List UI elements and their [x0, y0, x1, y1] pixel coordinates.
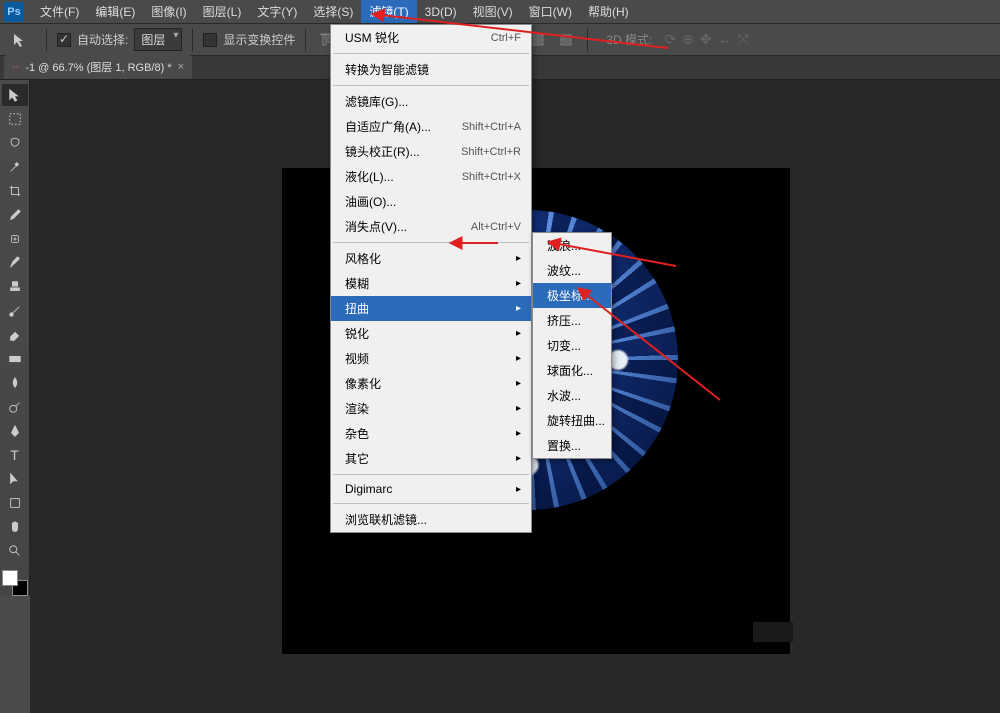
path-select-tool[interactable]: [2, 468, 28, 490]
hand-tool[interactable]: [2, 516, 28, 538]
stamp-tool[interactable]: [2, 276, 28, 298]
filter-menu: USM 锐化 Ctrl+F 转换为智能滤镜 滤镜库(G)... 自适应广角(A)…: [330, 24, 532, 533]
doc-tab-title: -1 @ 66.7% (图层 1, RGB/8) *: [25, 59, 171, 75]
auto-select-target-dropdown[interactable]: 图层: [134, 28, 182, 51]
zoom-tool[interactable]: [2, 540, 28, 562]
filter-stylize[interactable]: 风格化: [331, 246, 531, 271]
move-tool[interactable]: [2, 84, 28, 106]
menu-edit[interactable]: 编辑(E): [87, 0, 143, 23]
filter-sharpen[interactable]: 锐化: [331, 321, 531, 346]
filter-noise[interactable]: 杂色: [331, 421, 531, 446]
mode3d-icons: ⟳ ⊕ ✥ ↔ ⤧: [664, 31, 748, 48]
filter-distort[interactable]: 扭曲: [331, 296, 531, 321]
filter-oilpaint[interactable]: 油画(O)...: [331, 189, 531, 214]
color-swatches[interactable]: [2, 570, 28, 596]
menu-3d[interactable]: 3D(D): [417, 2, 465, 22]
roll-3d-icon[interactable]: ⊕: [682, 31, 694, 48]
canvas-shadow: [753, 622, 793, 642]
menu-filter[interactable]: 滤镜(T): [361, 0, 416, 23]
eyedropper-tool[interactable]: [2, 204, 28, 226]
divider: [192, 29, 193, 51]
filter-browse-online[interactable]: 浏览联机滤镜...: [331, 507, 531, 532]
filter-last[interactable]: USM 锐化 Ctrl+F: [331, 25, 531, 50]
distribute-bottom-icon[interactable]: [555, 29, 577, 51]
crop-tool[interactable]: [2, 180, 28, 202]
dodge-tool[interactable]: [2, 396, 28, 418]
eraser-tool[interactable]: [2, 324, 28, 346]
history-brush-tool[interactable]: [2, 300, 28, 322]
distort-polar[interactable]: 极坐标...: [533, 283, 611, 308]
divider: [587, 29, 588, 51]
filter-digimarc[interactable]: Digimarc: [331, 478, 531, 500]
foreground-color-swatch[interactable]: [2, 570, 18, 586]
type-tool[interactable]: T: [2, 444, 28, 466]
tools-panel: T: [0, 80, 30, 596]
distort-ripple[interactable]: 波纹...: [533, 258, 611, 283]
filter-convert-smart[interactable]: 转换为智能滤镜: [331, 57, 531, 82]
filter-pixelate[interactable]: 像素化: [331, 371, 531, 396]
healing-tool[interactable]: [2, 228, 28, 250]
brush-tool[interactable]: [2, 252, 28, 274]
distort-twirl[interactable]: 旋转扭曲...: [533, 408, 611, 433]
distort-displace[interactable]: 置换...: [533, 433, 611, 458]
filter-lens-correction[interactable]: 镜头校正(R)...Shift+Ctrl+R: [331, 139, 531, 164]
filter-other[interactable]: 其它: [331, 446, 531, 471]
distort-submenu: 波浪... 波纹... 极坐标... 挤压... 切变... 球面化... 水波…: [532, 232, 612, 459]
document-tab[interactable]: ·· -1 @ 66.7% (图层 1, RGB/8) * ×: [4, 55, 192, 79]
filter-liquify[interactable]: 液化(L)...Shift+Ctrl+X: [331, 164, 531, 189]
auto-select-checkbox[interactable]: [57, 33, 71, 47]
menu-type[interactable]: 文字(Y): [249, 0, 305, 23]
menu-layer[interactable]: 图层(L): [195, 0, 250, 23]
orbit-3d-icon[interactable]: ⟳: [664, 31, 676, 48]
distort-shear[interactable]: 切变...: [533, 333, 611, 358]
slide-3d-icon[interactable]: ↔: [718, 31, 732, 48]
distort-pinch[interactable]: 挤压...: [533, 308, 611, 333]
show-transform-label: 显示变换控件: [223, 31, 295, 48]
filter-adaptive-wide[interactable]: 自适应广角(A)...Shift+Ctrl+A: [331, 114, 531, 139]
filter-blur[interactable]: 模糊: [331, 271, 531, 296]
close-tab-icon[interactable]: ×: [178, 61, 184, 73]
wand-tool[interactable]: [2, 156, 28, 178]
pan-3d-icon[interactable]: ✥: [700, 31, 712, 48]
menu-window[interactable]: 窗口(W): [521, 0, 580, 23]
show-transform-checkbox[interactable]: [203, 33, 217, 47]
move-tool-icon: [4, 27, 36, 53]
gradient-tool[interactable]: [2, 348, 28, 370]
marquee-tool[interactable]: [2, 108, 28, 130]
divider: [305, 29, 306, 51]
filter-render[interactable]: 渲染: [331, 396, 531, 421]
menu-image[interactable]: 图像(I): [143, 0, 194, 23]
auto-select-label: 自动选择:: [77, 31, 128, 48]
ps-logo: Ps: [4, 2, 24, 22]
pen-tool[interactable]: [2, 420, 28, 442]
distort-spherize[interactable]: 球面化...: [533, 358, 611, 383]
menubar: Ps 文件(F) 编辑(E) 图像(I) 图层(L) 文字(Y) 选择(S) 滤…: [0, 0, 1000, 24]
menu-file[interactable]: 文件(F): [32, 0, 87, 23]
distort-wave[interactable]: 波浪...: [533, 233, 611, 258]
menu-select[interactable]: 选择(S): [305, 0, 361, 23]
shape-tool[interactable]: [2, 492, 28, 514]
distort-zigzag[interactable]: 水波...: [533, 383, 611, 408]
filter-vanishing-point[interactable]: 消失点(V)...Alt+Ctrl+V: [331, 214, 531, 239]
filter-gallery[interactable]: 滤镜库(G)...: [331, 89, 531, 114]
mode3d-label: 3D 模式:: [606, 31, 652, 48]
menu-view[interactable]: 视图(V): [465, 0, 521, 23]
divider: [46, 29, 47, 51]
filter-video[interactable]: 视频: [331, 346, 531, 371]
zoom-3d-icon[interactable]: ⤧: [738, 31, 749, 48]
lasso-tool[interactable]: [2, 132, 28, 154]
doc-tab-indicator: ··: [12, 61, 19, 73]
menu-help[interactable]: 帮助(H): [580, 0, 637, 23]
blur-tool[interactable]: [2, 372, 28, 394]
